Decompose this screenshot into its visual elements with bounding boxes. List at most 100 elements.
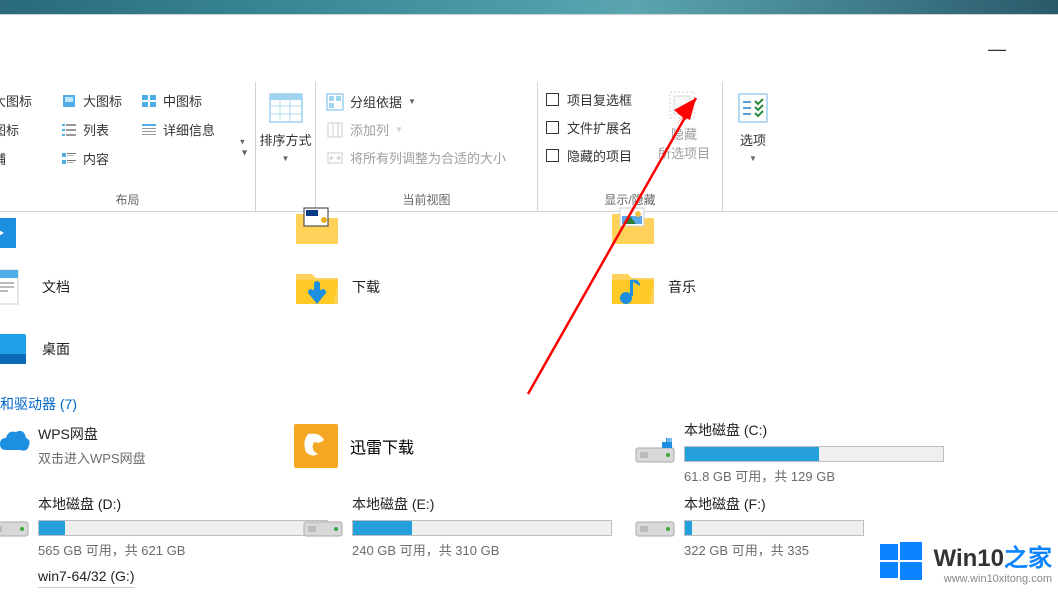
capacity-fill [685,521,692,535]
xunlei-icon [294,424,338,468]
label: 分组依据 [350,92,402,111]
label: 本地磁盘 (D:) [38,494,328,514]
capacity-text: 61.8 GB 可用，共 129 GB [684,466,944,485]
label: 详细信息 [163,120,215,139]
brand-suffix: 之家 [1004,545,1052,572]
hide-icon [664,88,704,122]
label: 大图标 [0,91,32,110]
documents-icon [0,266,30,308]
view-small-icons[interactable]: 图标 [0,115,55,144]
section-drives-header[interactable]: 和驱动器 (7) [0,390,87,418]
label: 中图标 [163,91,202,110]
ribbon-group-layout: 大图标 图标 铺 大图标 列表 内容 中图标 详细信息 ▾▼ 布局 [0,82,256,211]
folder-item-partial2[interactable] [610,206,656,248]
drive-icon [0,508,30,540]
content-icon [61,151,77,167]
options-button[interactable]: 选项 ▼ [723,82,783,164]
desktop-icon [0,328,30,370]
label: 桌面 [42,339,70,359]
win10-logo-icon [876,536,926,586]
view-content[interactable]: 内容 [55,144,135,173]
sort-by-button[interactable]: 排序方式 ▼ [256,82,315,164]
view-list[interactable]: 列表 [55,115,135,144]
label: 文件扩展名 [567,118,632,137]
checkbox-icon [546,149,559,162]
label: 所选项目 [658,146,710,161]
label: 项目复选框 [567,90,632,109]
capacity-fill [39,521,65,535]
drive-icon [302,508,344,540]
sort-icon [266,88,306,128]
label: 本地磁盘 (C:) [684,420,944,440]
xunlei-item[interactable]: 迅雷下载 [352,424,414,468]
group-by-icon [326,93,344,111]
view-large-icons[interactable]: 大图标 [55,86,135,115]
label: 将所有列调整为合适的大小 [350,148,506,167]
drive-e[interactable]: 本地磁盘 (E:) 240 GB 可用，共 310 GB [352,494,612,559]
checkbox-file-extensions[interactable]: 文件扩展名 [546,118,632,137]
label: 文档 [42,277,70,297]
ribbon: 大图标 图标 铺 大图标 列表 内容 中图标 详细信息 ▾▼ 布局 排序方式 ▼… [0,82,1058,212]
view-details[interactable]: 详细信息 [135,115,235,144]
folder-videos-partial[interactable] [0,212,26,254]
capacity-bar [38,520,328,536]
layout-dropdown-icon[interactable]: ▾▼ [240,136,249,157]
label: 添加列 [350,120,389,139]
label: 排序方式 [259,133,311,148]
label: 迅雷下载 [350,434,414,458]
folder-music[interactable]: 音乐 [610,266,696,308]
wps-icon [0,424,32,460]
folder-item-partial[interactable] [294,206,340,248]
capacity-bar [684,520,864,536]
minimize-button[interactable]: — [976,35,1018,64]
hide-selected-button[interactable]: 隐藏 所选项目 [658,88,710,162]
drive-c[interactable]: 本地磁盘 (C:) 61.8 GB 可用，共 129 GB [684,420,944,485]
label: 音乐 [668,277,696,297]
brand: Win10 [934,545,1004,572]
folder-documents[interactable]: 文档 [0,266,70,308]
options-icon [733,88,773,128]
capacity-bar [684,446,944,462]
checkbox-hidden-items[interactable]: 隐藏的项目 [546,146,632,165]
large-icon [61,93,77,109]
label: 内容 [83,149,109,168]
view-tiles[interactable]: 铺 [0,144,55,173]
capacity-text: 322 GB 可用，共 335 [684,540,864,559]
group-label: 布局 [0,191,255,208]
drive-g[interactable]: win7-64/32 (G:) [38,568,328,590]
folder-desktop[interactable]: 桌面 [0,328,70,370]
chevron-down-icon: ▼ [749,154,757,163]
wps-netdisk-item[interactable]: WPS网盘 双击进入WPS网盘 [38,424,146,467]
ribbon-group-current-view: 分组依据 ▼ 添加列 ▼ 将所有列调整为合适的大小 当前视图 [316,82,538,211]
checkbox-item-checkboxes[interactable]: 项目复选框 [546,90,632,109]
group-by-button[interactable]: 分组依据 ▼ [322,88,420,115]
label: 隐藏的项目 [567,146,632,165]
view-extra-large-icons[interactable]: 大图标 [0,86,55,115]
capacity-fill [353,521,412,535]
label: 本地磁盘 (E:) [352,494,612,514]
label: 列表 [83,120,109,139]
videos-icon [0,212,26,254]
view-medium-icons[interactable]: 中图标 [135,86,235,115]
label: 本地磁盘 (F:) [684,494,864,514]
label: 铺 [0,149,6,168]
drive-f[interactable]: 本地磁盘 (F:) 322 GB 可用，共 335 [684,494,864,559]
watermark: Win10之家 www.win10xitong.com [876,536,1052,586]
folder-icon [610,206,656,248]
label: win7-64/32 (G:) [38,568,328,584]
group-label: 当前视图 [316,191,537,208]
music-icon [610,266,656,308]
list-icon [61,122,77,138]
capacity-bar [352,520,612,536]
ribbon-group-sort: 排序方式 ▼ [256,82,316,211]
add-columns-button[interactable]: 添加列 ▼ [322,116,407,143]
size-columns-button[interactable]: 将所有列调整为合适的大小 [322,144,510,171]
label: 大图标 [83,91,122,110]
label: 选项 [740,133,766,148]
drive-d[interactable]: 本地磁盘 (D:) 565 GB 可用，共 621 GB [38,494,328,559]
label: 隐藏 [671,127,697,142]
checkbox-icon [546,93,559,106]
capacity-fill [685,447,819,461]
folder-downloads[interactable]: 下载 [294,266,380,308]
drive-icon [634,508,676,540]
